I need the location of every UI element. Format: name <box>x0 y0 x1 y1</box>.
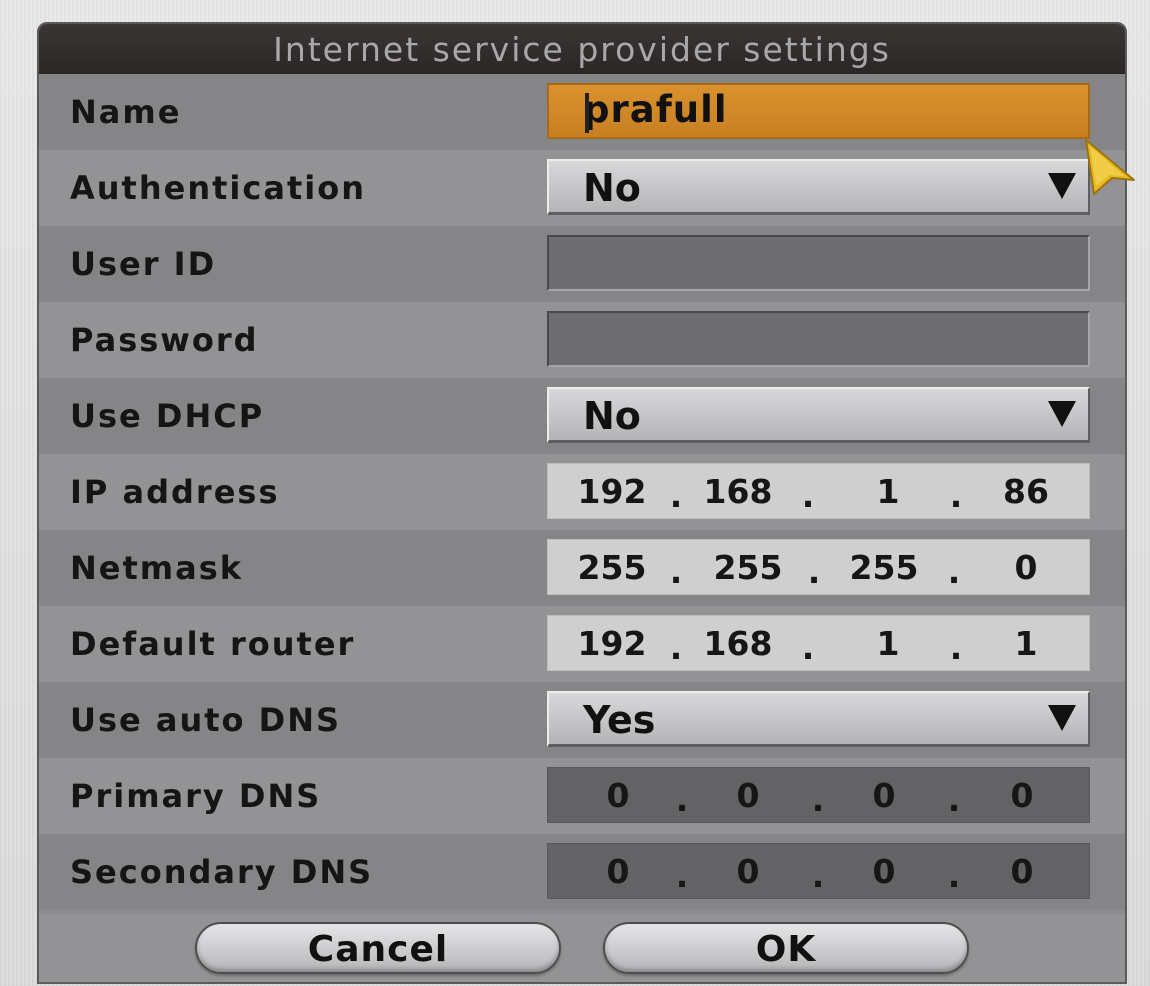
cancel-button[interactable]: Cancel <box>195 922 561 974</box>
dialog-title: Internet service provider settings <box>39 24 1125 74</box>
netmask-octet-2[interactable]: 255 <box>688 540 808 596</box>
ip-dot: . <box>675 856 689 895</box>
netmask-octet-4[interactable]: 0 <box>976 540 1076 596</box>
router-octet-3[interactable]: 1 <box>828 616 948 672</box>
primary-dns-octet-2: 0 <box>736 776 760 815</box>
secondary-dns-label: Secondary DNS <box>70 853 374 891</box>
row-use-dhcp: Use DHCP No <box>39 378 1125 454</box>
use-auto-dns-label: Use auto DNS <box>70 701 342 739</box>
password-input[interactable] <box>547 311 1090 367</box>
password-label: Password <box>70 321 259 359</box>
ip-dot: . <box>669 552 683 591</box>
row-default-router: Default router 192 . 168 . 1 . 1 <box>39 606 1125 682</box>
ip-dot: . <box>801 628 815 667</box>
router-octet-2[interactable]: 168 <box>688 616 788 672</box>
ip-dot: . <box>811 780 825 819</box>
secondary-dns-input: 0 . 0 . 0 . 0 <box>547 843 1090 899</box>
use-auto-dns-value: Yes <box>583 698 656 742</box>
ip-octet-2[interactable]: 168 <box>688 464 788 520</box>
secondary-dns-octet-1: 0 <box>606 852 630 891</box>
row-netmask: Netmask 255 . 255 . 255 . 0 <box>39 530 1125 606</box>
authentication-label: Authentication <box>70 169 366 207</box>
mouse-pointer-icon <box>1085 139 1135 195</box>
user-id-input[interactable] <box>547 235 1090 291</box>
ip-dot: . <box>947 856 961 895</box>
authentication-value: No <box>583 166 641 210</box>
primary-dns-label: Primary DNS <box>70 777 322 815</box>
use-auto-dns-select[interactable]: Yes <box>547 691 1090 747</box>
ip-dot: . <box>811 856 825 895</box>
row-primary-dns: Primary DNS 0 . 0 . 0 . 0 <box>39 758 1125 834</box>
ip-dot: . <box>947 552 961 591</box>
ip-dot: . <box>949 628 963 667</box>
router-octet-1[interactable]: 192 <box>562 616 662 672</box>
default-router-input[interactable]: 192 . 168 . 1 . 1 <box>547 615 1090 671</box>
ip-dot: . <box>949 476 963 515</box>
name-value: prafull <box>583 88 728 131</box>
netmask-octet-1[interactable]: 255 <box>562 540 662 596</box>
secondary-dns-octet-4: 0 <box>1010 852 1034 891</box>
use-dhcp-select[interactable]: No <box>547 387 1090 443</box>
router-octet-4[interactable]: 1 <box>976 616 1076 672</box>
ip-dot: . <box>807 552 821 591</box>
use-dhcp-label: Use DHCP <box>70 397 265 435</box>
row-ip-address: IP address 192 . 168 . 1 . 86 <box>39 454 1125 530</box>
row-secondary-dns: Secondary DNS 0 . 0 . 0 . 0 <box>39 834 1125 910</box>
dropdown-arrow-icon[interactable] <box>1048 705 1076 731</box>
primary-dns-octet-4: 0 <box>1010 776 1034 815</box>
ip-dot: . <box>801 476 815 515</box>
ip-octet-3[interactable]: 1 <box>828 464 948 520</box>
netmask-octet-3[interactable]: 255 <box>824 540 944 596</box>
default-router-label: Default router <box>70 625 356 663</box>
row-use-auto-dns: Use auto DNS Yes <box>39 682 1125 758</box>
use-dhcp-value: No <box>583 394 641 438</box>
ip-dot: . <box>669 628 683 667</box>
secondary-dns-octet-3: 0 <box>872 852 896 891</box>
dropdown-arrow-icon[interactable] <box>1048 401 1076 427</box>
ip-address-label: IP address <box>70 473 280 511</box>
ip-dot: . <box>669 476 683 515</box>
ip-address-input[interactable]: 192 . 168 . 1 . 86 <box>547 463 1090 519</box>
secondary-dns-octet-2: 0 <box>736 852 760 891</box>
name-input[interactable]: prafull <box>547 83 1090 139</box>
row-user-id: User ID <box>39 226 1125 302</box>
ok-button[interactable]: OK <box>603 922 969 974</box>
netmask-label: Netmask <box>70 549 244 587</box>
primary-dns-input: 0 . 0 . 0 . 0 <box>547 767 1090 823</box>
primary-dns-octet-3: 0 <box>872 776 896 815</box>
user-id-label: User ID <box>70 245 217 283</box>
ip-octet-4[interactable]: 86 <box>976 464 1076 520</box>
isp-settings-dialog: Internet service provider settings Name … <box>37 22 1127 984</box>
row-authentication: Authentication No <box>39 150 1125 226</box>
row-password: Password <box>39 302 1125 378</box>
ip-dot: . <box>947 780 961 819</box>
ip-octet-1[interactable]: 192 <box>562 464 662 520</box>
text-caret <box>585 93 589 133</box>
button-bar: Cancel OK <box>39 914 1125 982</box>
name-label: Name <box>70 93 182 131</box>
dropdown-arrow-icon[interactable] <box>1048 173 1076 199</box>
netmask-input[interactable]: 255 . 255 . 255 . 0 <box>547 539 1090 595</box>
row-name: Name prafull <box>39 74 1125 150</box>
authentication-select[interactable]: No <box>547 159 1090 215</box>
ip-dot: . <box>675 780 689 819</box>
primary-dns-octet-1: 0 <box>606 776 630 815</box>
